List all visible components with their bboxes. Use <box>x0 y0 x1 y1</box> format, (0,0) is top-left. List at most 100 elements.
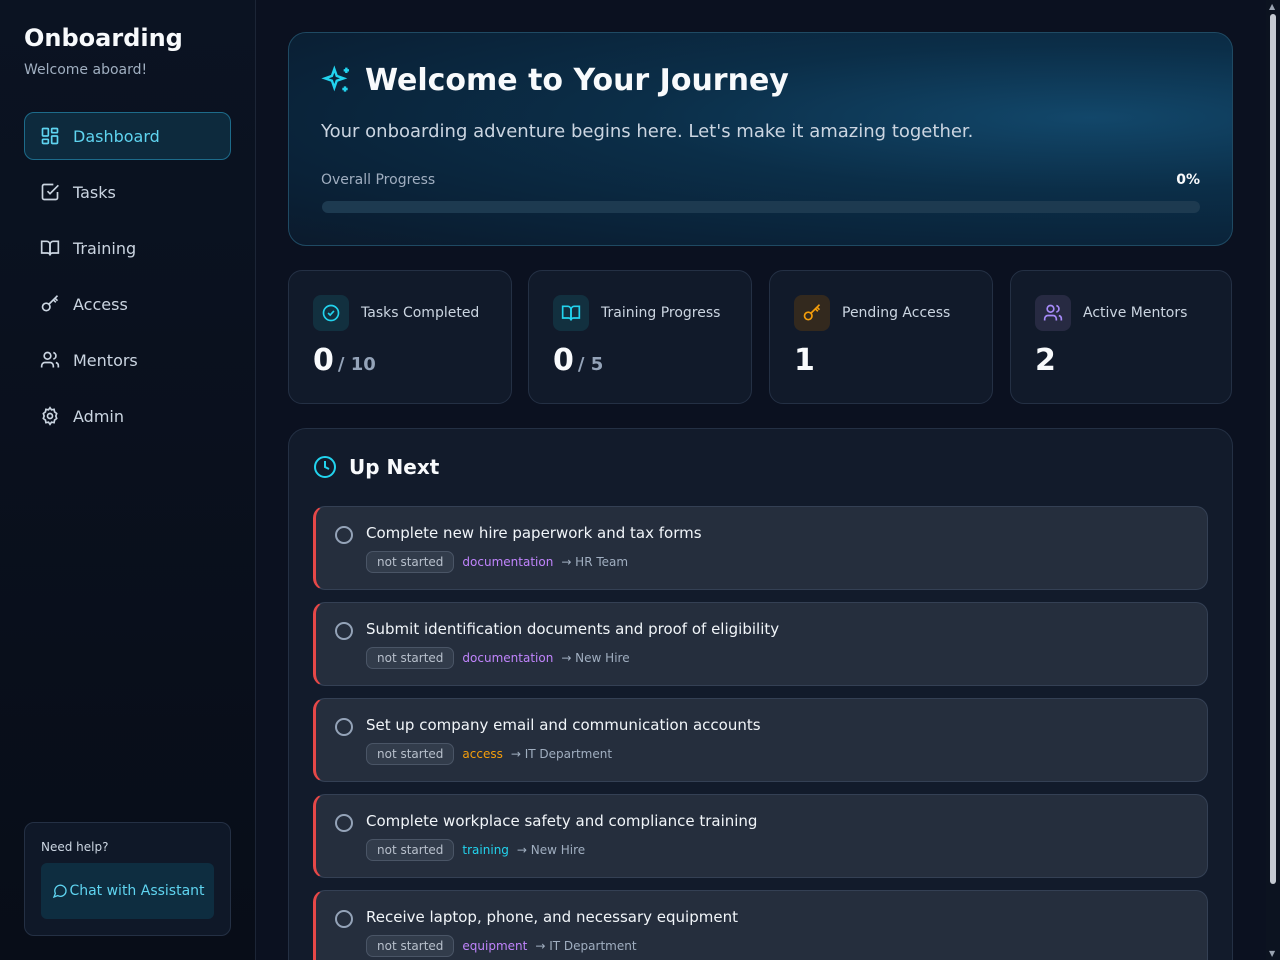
progress-bar <box>322 201 1200 213</box>
stat-card-training: Training Progress 0/ 5 <box>528 270 752 404</box>
dashboard-icon <box>41 127 59 145</box>
sidebar-item-dashboard[interactable]: Dashboard <box>24 112 231 160</box>
task-category: equipment <box>462 939 528 953</box>
progress-percent: 0% <box>1176 172 1200 188</box>
scroll-down-arrow[interactable]: ▼ <box>1269 949 1275 958</box>
stat-total: / 10 <box>337 354 376 375</box>
app-subtitle: Welcome aboard! <box>24 62 148 78</box>
task-category: documentation <box>462 651 554 665</box>
task-checkbox[interactable] <box>335 718 353 736</box>
welcome-hero: Welcome to Your Journey Your onboarding … <box>288 32 1233 246</box>
sidebar-item-label: Tasks <box>73 182 116 202</box>
task-owner: → IT Department <box>510 747 613 761</box>
help-card: Need help? Chat with Assistant <box>24 822 231 936</box>
up-next-title: Up Next <box>313 455 439 479</box>
stat-card-mentors: Active Mentors 2 <box>1010 270 1232 404</box>
stat-label: Tasks Completed <box>361 305 480 321</box>
checkbox-icon <box>41 183 59 201</box>
task-title: Set up company email and communication a… <box>366 716 761 734</box>
progress-label: Overall Progress <box>321 172 436 188</box>
status-badge: not started <box>366 839 455 861</box>
task-owner: → New Hire <box>516 843 586 857</box>
task-title: Receive laptop, phone, and necessary equ… <box>366 908 738 926</box>
task-checkbox[interactable] <box>335 526 353 544</box>
task-meta: not started documentation → HR Team <box>366 551 628 573</box>
sidebar-nav: Dashboard Tasks Training Access Mentors … <box>24 112 231 448</box>
stat-value: 2 <box>1035 343 1060 378</box>
task-owner: → New Hire <box>561 651 630 665</box>
chat-bubble-icon <box>52 884 67 899</box>
up-next-panel: Up Next Complete new hire paperwork and … <box>288 428 1233 960</box>
hero-title: Welcome to Your Journey <box>321 63 789 98</box>
task-title: Complete new hire paperwork and tax form… <box>366 524 702 542</box>
stat-number: 0 <box>553 343 574 378</box>
task-checkbox[interactable] <box>335 814 353 832</box>
sidebar-item-tasks[interactable]: Tasks <box>24 168 231 216</box>
task-meta: not started training → New Hire <box>366 839 585 861</box>
sidebar-item-label: Access <box>73 294 128 314</box>
stat-label: Pending Access <box>842 305 951 321</box>
stat-label: Active Mentors <box>1083 305 1188 321</box>
up-next-title-text: Up Next <box>349 455 440 479</box>
page-scrollbar[interactable]: ▲ ▼ <box>1266 0 1280 960</box>
task-item[interactable]: Set up company email and communication a… <box>313 698 1208 782</box>
key-icon <box>41 295 59 312</box>
hero-subtitle: Your onboarding adventure begins here. L… <box>321 121 974 142</box>
users-icon <box>1043 304 1063 321</box>
sidebar-item-access[interactable]: Access <box>24 280 231 328</box>
stat-total: / 5 <box>577 354 604 375</box>
book-icon <box>40 240 60 256</box>
stat-icon-box <box>1035 295 1071 331</box>
users-icon <box>40 351 60 368</box>
stat-icon-box <box>313 295 349 331</box>
task-category: access <box>462 747 503 761</box>
task-meta: not started documentation → New Hire <box>366 647 630 669</box>
task-meta: not started equipment → IT Department <box>366 935 637 957</box>
status-badge: not started <box>366 551 455 573</box>
stat-card-access: Pending Access 1 <box>769 270 993 404</box>
stat-icon-box <box>553 295 589 331</box>
stat-value: 0/ 10 <box>313 343 376 378</box>
clock-icon <box>314 456 336 478</box>
task-title: Complete workplace safety and compliance… <box>366 812 758 830</box>
hero-title-text: Welcome to Your Journey <box>365 63 789 98</box>
help-label: Need help? <box>41 840 109 854</box>
stat-value: 1 <box>794 343 819 378</box>
task-item[interactable]: Receive laptop, phone, and necessary equ… <box>313 890 1208 960</box>
check-circle-icon <box>322 304 340 322</box>
app-title: Onboarding <box>24 24 183 52</box>
scroll-up-arrow[interactable]: ▲ <box>1269 2 1275 11</box>
stat-number: 1 <box>794 343 815 378</box>
sidebar-item-label: Mentors <box>73 350 138 370</box>
status-badge: not started <box>366 935 455 957</box>
stat-value: 0/ 5 <box>553 343 603 378</box>
sidebar-item-label: Dashboard <box>73 126 160 146</box>
status-badge: not started <box>366 647 455 669</box>
stat-icon-box <box>794 295 830 331</box>
task-meta: not started access → IT Department <box>366 743 612 765</box>
task-category: documentation <box>462 555 554 569</box>
task-checkbox[interactable] <box>335 910 353 928</box>
status-badge: not started <box>366 743 455 765</box>
sparkles-icon <box>321 64 349 92</box>
task-title: Submit identification documents and proo… <box>366 620 780 638</box>
task-item[interactable]: Complete new hire paperwork and tax form… <box>313 506 1208 590</box>
task-category: training <box>462 843 509 857</box>
sidebar-item-admin[interactable]: Admin <box>24 392 231 440</box>
stat-number: 2 <box>1035 343 1056 378</box>
book-icon <box>561 305 581 321</box>
task-item[interactable]: Complete workplace safety and compliance… <box>313 794 1208 878</box>
task-checkbox[interactable] <box>335 622 353 640</box>
sidebar-item-label: Admin <box>73 406 124 426</box>
scroll-thumb[interactable] <box>1270 14 1276 884</box>
sidebar: Onboarding Welcome aboard! Dashboard Tas… <box>0 0 256 960</box>
stat-number: 0 <box>313 343 334 378</box>
task-owner: → IT Department <box>535 939 637 953</box>
sidebar-item-label: Training <box>73 238 137 258</box>
task-item[interactable]: Submit identification documents and proo… <box>313 602 1208 686</box>
stat-label: Training Progress <box>601 305 721 321</box>
stat-card-tasks: Tasks Completed 0/ 10 <box>288 270 512 404</box>
chat-assistant-button[interactable]: Chat with Assistant <box>41 863 214 919</box>
sidebar-item-training[interactable]: Training <box>24 224 231 272</box>
sidebar-item-mentors[interactable]: Mentors <box>24 336 231 384</box>
